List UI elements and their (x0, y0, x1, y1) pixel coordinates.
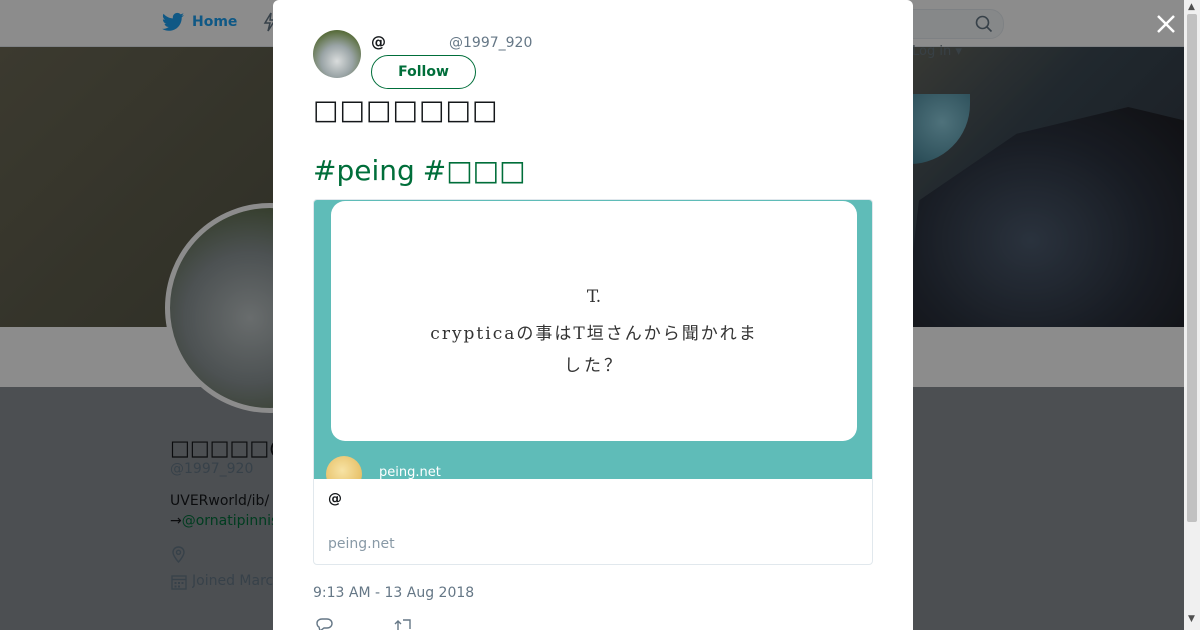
tweet-author-handle[interactable]: @1997_920 (449, 35, 532, 51)
hashtag-link[interactable]: #□□□ (423, 154, 526, 187)
tweet-author-avatar[interactable] (313, 30, 361, 78)
reply-icon[interactable] (316, 618, 334, 630)
scroll-up-arrow-icon[interactable]: ▲ (1188, 2, 1195, 12)
follow-button[interactable]: Follow (371, 55, 476, 89)
hashtag-link[interactable]: #peing (313, 154, 415, 187)
card-image: T. crypticaの事はT垣さんから聞かれま した？ peing.net (314, 200, 872, 479)
question-text-line2: crypticaの事はT垣さんから聞かれま (430, 324, 758, 344)
retweet-icon[interactable] (394, 618, 414, 630)
question-card: T. crypticaの事はT垣さんから聞かれま した？ (331, 201, 857, 441)
question-text-line1: T. (586, 287, 602, 307)
tweet-permalink-modal: @ @1997_920 Follow □□□□□□□ #peing #□□□ T.… (273, 0, 913, 630)
tweet-text: □□□□□□□ (313, 95, 499, 126)
question-text-line3: した？ (564, 356, 624, 376)
scrollbar-thumb[interactable] (1187, 14, 1197, 522)
card-title: @ (328, 491, 342, 507)
scroll-down-arrow-icon[interactable]: ▼ (1188, 614, 1195, 624)
peing-logo (326, 456, 362, 479)
tweet-hashtags: #peing #□□□ (313, 154, 534, 187)
card-domain: peing.net (328, 536, 395, 552)
tweet-author-name[interactable]: @ (371, 33, 386, 51)
close-icon[interactable] (1154, 12, 1178, 36)
card-image-site: peing.net (379, 465, 441, 479)
tweet-timestamp[interactable]: 9:13 AM - 13 Aug 2018 (313, 585, 474, 601)
page-scrollbar[interactable]: ▲ ▼ (1184, 0, 1200, 630)
link-preview-card[interactable]: T. crypticaの事はT垣さんから聞かれま した？ peing.net @… (313, 199, 873, 565)
